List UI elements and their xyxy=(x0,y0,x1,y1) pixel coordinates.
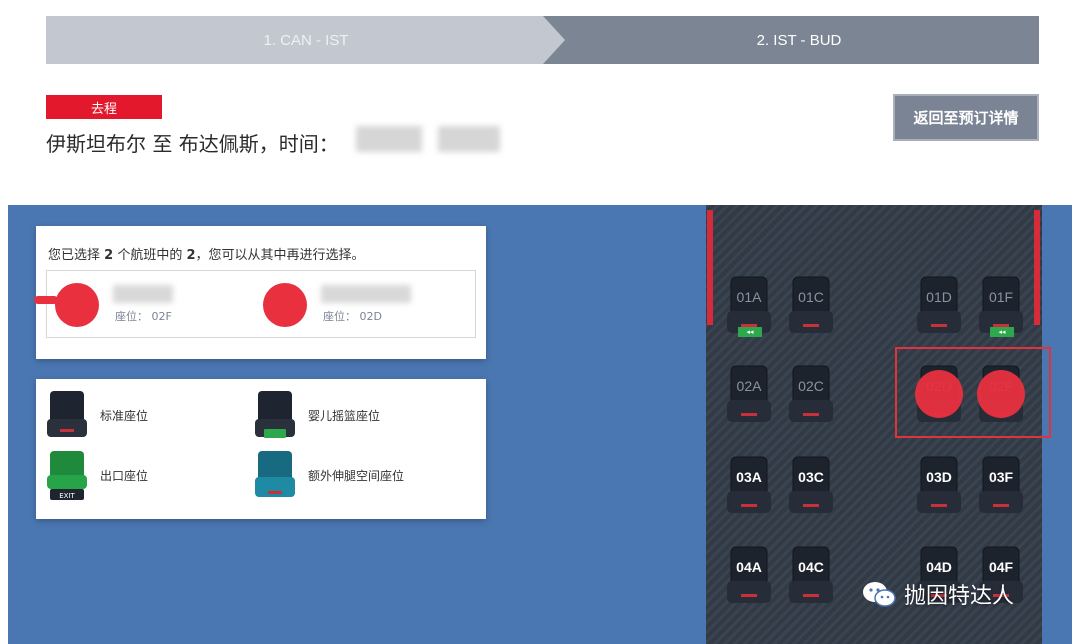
seat-02c[interactable]: 02C xyxy=(788,364,834,426)
seat-label: 03A xyxy=(736,469,762,485)
seat-label: 01D xyxy=(926,289,952,305)
svg-text:EXIT: EXIT xyxy=(59,492,75,500)
passenger-avatar xyxy=(55,283,99,327)
seat-label: 02C xyxy=(798,378,824,394)
exit-seat-icon: EXIT xyxy=(47,451,87,500)
seat-03c[interactable]: 03C xyxy=(788,455,834,517)
seat-02a[interactable]: 02A xyxy=(726,364,772,426)
seat-label: 03F xyxy=(988,469,1014,485)
seat-label: 03C xyxy=(798,469,824,485)
bassinet-tag-icon: ◂◂ xyxy=(738,327,762,337)
legend-extra-legroom-label: 额外伸腿空间座位 xyxy=(308,468,405,483)
watermark-text: 抛因特达人 xyxy=(904,584,1015,609)
passenger-list: 座位： 02F 座位： 02D xyxy=(46,270,476,338)
seat-label: 02A xyxy=(736,378,762,394)
seat-04a[interactable]: 04A xyxy=(726,545,772,607)
seat-label: 04F xyxy=(988,559,1014,575)
route-title: 伊斯坦布尔 至 布达佩斯，时间： xyxy=(46,132,339,156)
passenger-item[interactable]: 座位： 02D xyxy=(263,283,463,329)
selected-seats-highlight xyxy=(895,347,1051,438)
outbound-badge: 去程 xyxy=(46,95,162,119)
bassinet-seat-icon xyxy=(255,391,295,438)
legend-exit: EXIT 出口座位 xyxy=(46,449,148,501)
legend-standard: 标准座位 xyxy=(46,389,148,441)
blurred-passenger-name xyxy=(321,285,411,303)
seat-label: 04C xyxy=(798,559,824,575)
legend-bassinet: 婴儿摇篮座位 xyxy=(254,389,380,441)
seat-03d[interactable]: 03D xyxy=(916,455,962,517)
cabin-wall-right xyxy=(1034,210,1040,325)
passenger-seat: 座位： 02D xyxy=(323,310,382,323)
standard-seat-icon xyxy=(47,391,87,437)
extra-legroom-seat-icon xyxy=(255,451,295,497)
active-passenger-marker xyxy=(34,296,58,304)
seat-label: 01A xyxy=(736,289,762,305)
legend-exit-label: 出口座位 xyxy=(100,468,149,483)
seat-label: 01C xyxy=(798,289,824,305)
legend-standard-label: 标准座位 xyxy=(100,408,149,423)
watermark: 抛因特达人 xyxy=(862,578,1014,610)
seat-label: 04A xyxy=(736,559,762,575)
passenger-seat: 座位： 02F xyxy=(115,310,172,323)
step-can-ist[interactable]: 1. CAN - IST xyxy=(46,16,566,64)
seat-label: 03D xyxy=(926,469,952,485)
seat-01a[interactable]: 01A ◂◂ xyxy=(726,275,772,337)
seat-label: 01F xyxy=(988,289,1014,305)
seat-legend: 标准座位 婴儿摇篮座位 EXIT 出口座位 额外伸腿空间座位 xyxy=(36,379,486,519)
flight-steps-bar: 1. CAN - IST 2. IST - BUD xyxy=(46,16,1039,64)
bassinet-tag-icon: ◂◂ xyxy=(990,327,1014,337)
seat-01f[interactable]: 01F ◂◂ xyxy=(978,275,1024,337)
blurred-date xyxy=(356,126,422,152)
passenger-avatar xyxy=(263,283,307,327)
seat-01d[interactable]: 01D xyxy=(916,275,962,337)
wechat-icon xyxy=(863,582,896,607)
legend-extra-legroom: 额外伸腿空间座位 xyxy=(254,449,404,501)
passenger-item[interactable]: 座位： 02F xyxy=(55,283,255,329)
step-ist-bud[interactable]: 2. IST - BUD xyxy=(543,16,1039,64)
seat-03a[interactable]: 03A xyxy=(726,455,772,517)
seat-label: 04D xyxy=(926,559,952,575)
legend-bassinet-label: 婴儿摇篮座位 xyxy=(308,408,381,423)
back-to-booking-button[interactable]: 返回至预订详情 xyxy=(893,94,1039,141)
selection-summary: 您已选择 2 个航班中的 2，您可以从其中再进行选择。 xyxy=(48,248,365,263)
blurred-time xyxy=(438,126,500,152)
seat-03f[interactable]: 03F xyxy=(978,455,1024,517)
seat-01c[interactable]: 01C xyxy=(788,275,834,337)
seat-04c[interactable]: 04C xyxy=(788,545,834,607)
cabin-wall-left xyxy=(707,210,713,325)
blurred-passenger-name xyxy=(113,285,173,303)
selection-card: 您已选择 2 个航班中的 2，您可以从其中再进行选择。 座位： 02F 座位： … xyxy=(36,226,486,359)
